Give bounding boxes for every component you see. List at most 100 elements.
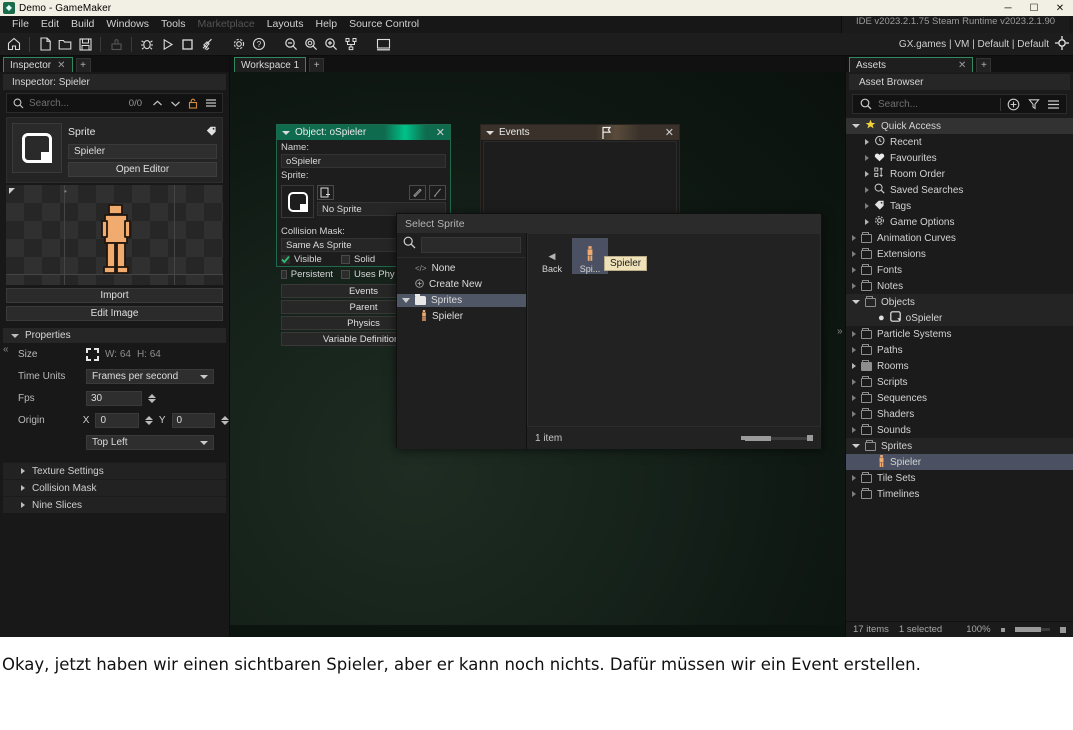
tree-recent[interactable]: Recent <box>846 134 1073 150</box>
grid-item-back[interactable]: ◀ Back <box>534 238 570 274</box>
close-icon[interactable]: ✕ <box>958 60 966 71</box>
minimize-button[interactable]: ─ <box>995 0 1021 16</box>
close-icon[interactable]: ✕ <box>665 126 674 139</box>
select-sprite-search-row[interactable] <box>397 233 526 258</box>
visible-checkbox-row[interactable]: Visible <box>277 252 337 267</box>
hamburger-menu-icon[interactable] <box>1046 97 1061 112</box>
select-sprite-search-input[interactable] <box>421 237 521 253</box>
sprite-preview-canvas[interactable]: • <box>6 185 223 285</box>
workspace-collapse-bar[interactable]: ⌃ <box>230 625 845 637</box>
fps-stepper[interactable] <box>147 393 156 403</box>
menu-layouts[interactable]: Layouts <box>261 16 310 33</box>
tab-assets[interactable]: Assets ✕ <box>849 57 974 72</box>
menu-source-control[interactable]: Source Control <box>343 16 425 33</box>
solid-checkbox[interactable] <box>341 255 350 264</box>
close-icon[interactable]: ✕ <box>436 126 445 139</box>
tree-item-create-new[interactable]: Create New <box>397 278 526 291</box>
grid-zoom-slider[interactable] <box>745 435 807 441</box>
workspace-canvas[interactable]: Object: oSpieler ✕ Name: oSpieler Sprite… <box>230 72 845 637</box>
object-name-input[interactable]: oSpieler <box>281 154 446 168</box>
events-window-header[interactable]: Events ✕ <box>481 125 679 140</box>
hamburger-menu-icon[interactable] <box>204 96 218 110</box>
tree-item-none[interactable]: </> None <box>397 262 526 275</box>
tree-item-spieler[interactable]: Spieler <box>846 454 1073 470</box>
uses-physics-checkbox[interactable] <box>341 270 350 279</box>
tab-inspector[interactable]: Inspector ✕ <box>3 57 73 72</box>
new-sprite-icon[interactable] <box>317 185 334 200</box>
menu-windows[interactable]: Windows <box>100 16 155 33</box>
collapse-left-panel-handle[interactable]: « <box>3 344 9 355</box>
persistent-checkbox-row[interactable]: Persistent <box>277 267 337 282</box>
tree-quick-access[interactable]: Quick Access <box>846 118 1073 134</box>
properties-section-header[interactable]: Properties <box>3 328 226 343</box>
origin-x-stepper[interactable] <box>144 415 153 425</box>
menu-build[interactable]: Build <box>65 16 100 33</box>
object-window-header[interactable]: Object: oSpieler ✕ <box>277 125 450 140</box>
uses-physics-checkbox-row[interactable]: Uses Phy <box>337 267 399 282</box>
display-icon[interactable] <box>373 35 393 54</box>
texture-settings-section[interactable]: Texture Settings <box>3 462 226 479</box>
menu-help[interactable]: Help <box>309 16 343 33</box>
tree-group-sequences[interactable]: Sequences <box>846 390 1073 406</box>
asset-search-input[interactable]: Search... <box>878 99 995 110</box>
object-sprite-thumbnail[interactable] <box>281 185 314 218</box>
tab-workspace-1[interactable]: Workspace 1 <box>234 57 307 72</box>
edit-image-button[interactable]: Edit Image <box>6 306 223 321</box>
zoom-out-icon[interactable] <box>281 35 301 54</box>
tree-group-rooms[interactable]: Rooms <box>846 358 1073 374</box>
tree-group-tile-sets[interactable]: Tile Sets <box>846 470 1073 486</box>
nine-slices-section[interactable]: Nine Slices <box>3 496 226 513</box>
broom-icon[interactable] <box>197 35 217 54</box>
tree-room-order[interactable]: Room Order <box>846 166 1073 182</box>
close-button[interactable]: ✕ <box>1047 0 1073 16</box>
asset-search-row[interactable]: Search... <box>852 94 1067 114</box>
asset-zoom-slider[interactable] <box>1014 627 1050 632</box>
tree-group-particle-systems[interactable]: Particle Systems <box>846 326 1073 342</box>
tree-group-paths[interactable]: Paths <box>846 342 1073 358</box>
collapse-right-panel-handle[interactable]: » <box>837 326 843 337</box>
edit-sprite-icon[interactable] <box>409 185 426 200</box>
paint-sprite-icon[interactable] <box>429 185 446 200</box>
tree-group-scripts[interactable]: Scripts <box>846 374 1073 390</box>
sprite-name-field[interactable]: Spieler <box>68 144 217 159</box>
target-crosshair-icon[interactable] <box>1055 36 1069 53</box>
origin-y-stepper[interactable] <box>220 415 229 425</box>
persistent-checkbox[interactable] <box>281 270 287 279</box>
stop-icon[interactable] <box>177 35 197 54</box>
sprite-grid[interactable]: ◀ Back Spi... Spieler <box>527 233 821 427</box>
run-icon[interactable] <box>157 35 177 54</box>
tree-favourites[interactable]: Favourites <box>846 150 1073 166</box>
resize-icon[interactable] <box>86 347 99 361</box>
select-sprite-dialog[interactable]: Select Sprite </> None Create New Sprite… <box>396 213 822 449</box>
import-button[interactable]: Import <box>6 288 223 303</box>
origin-y-input[interactable]: 0 <box>171 412 216 428</box>
tree-group-timelines[interactable]: Timelines <box>846 486 1073 502</box>
fps-input[interactable]: 30 <box>86 390 142 406</box>
zoom-in-icon[interactable] <box>321 35 341 54</box>
tree-group-sprites[interactable]: Sprites <box>846 438 1073 454</box>
close-icon[interactable]: ✕ <box>57 60 65 71</box>
build-target-indicator[interactable]: GX.games | VM | Default | Default <box>899 33 1069 56</box>
tree-item-sprites-folder[interactable]: Sprites <box>397 294 526 307</box>
add-tab-button[interactable]: + <box>75 58 91 72</box>
asset-tree[interactable]: Quick Access Recent Favourites Room Orde… <box>846 118 1073 621</box>
visible-checkbox[interactable] <box>281 255 290 264</box>
grid-item-spieler[interactable]: Spi... <box>572 238 608 274</box>
tree-item-spieler[interactable]: Spieler <box>397 309 526 323</box>
tree-group-shaders[interactable]: Shaders <box>846 406 1073 422</box>
tag-icon[interactable] <box>206 123 217 141</box>
inspector-search[interactable]: Search... 0/0 <box>6 93 223 113</box>
origin-preset-dropdown[interactable]: Top Left <box>86 434 214 450</box>
filter-funnel-icon[interactable] <box>1026 97 1041 112</box>
solid-checkbox-row[interactable]: Solid <box>337 252 379 267</box>
clean-icon[interactable] <box>106 35 126 54</box>
tree-item-ospieler[interactable]: ● oSpieler <box>846 310 1073 326</box>
origin-x-input[interactable]: 0 <box>95 412 140 428</box>
tree-group-notes[interactable]: Notes <box>846 278 1073 294</box>
inspector-search-input[interactable]: Search... <box>29 98 121 109</box>
preferences-gear-icon[interactable] <box>229 35 249 54</box>
search-next-icon[interactable] <box>168 96 182 110</box>
add-circle-icon[interactable] <box>1006 97 1021 112</box>
add-workspace-button[interactable]: + <box>309 58 325 72</box>
time-units-dropdown[interactable]: Frames per second <box>86 368 214 384</box>
